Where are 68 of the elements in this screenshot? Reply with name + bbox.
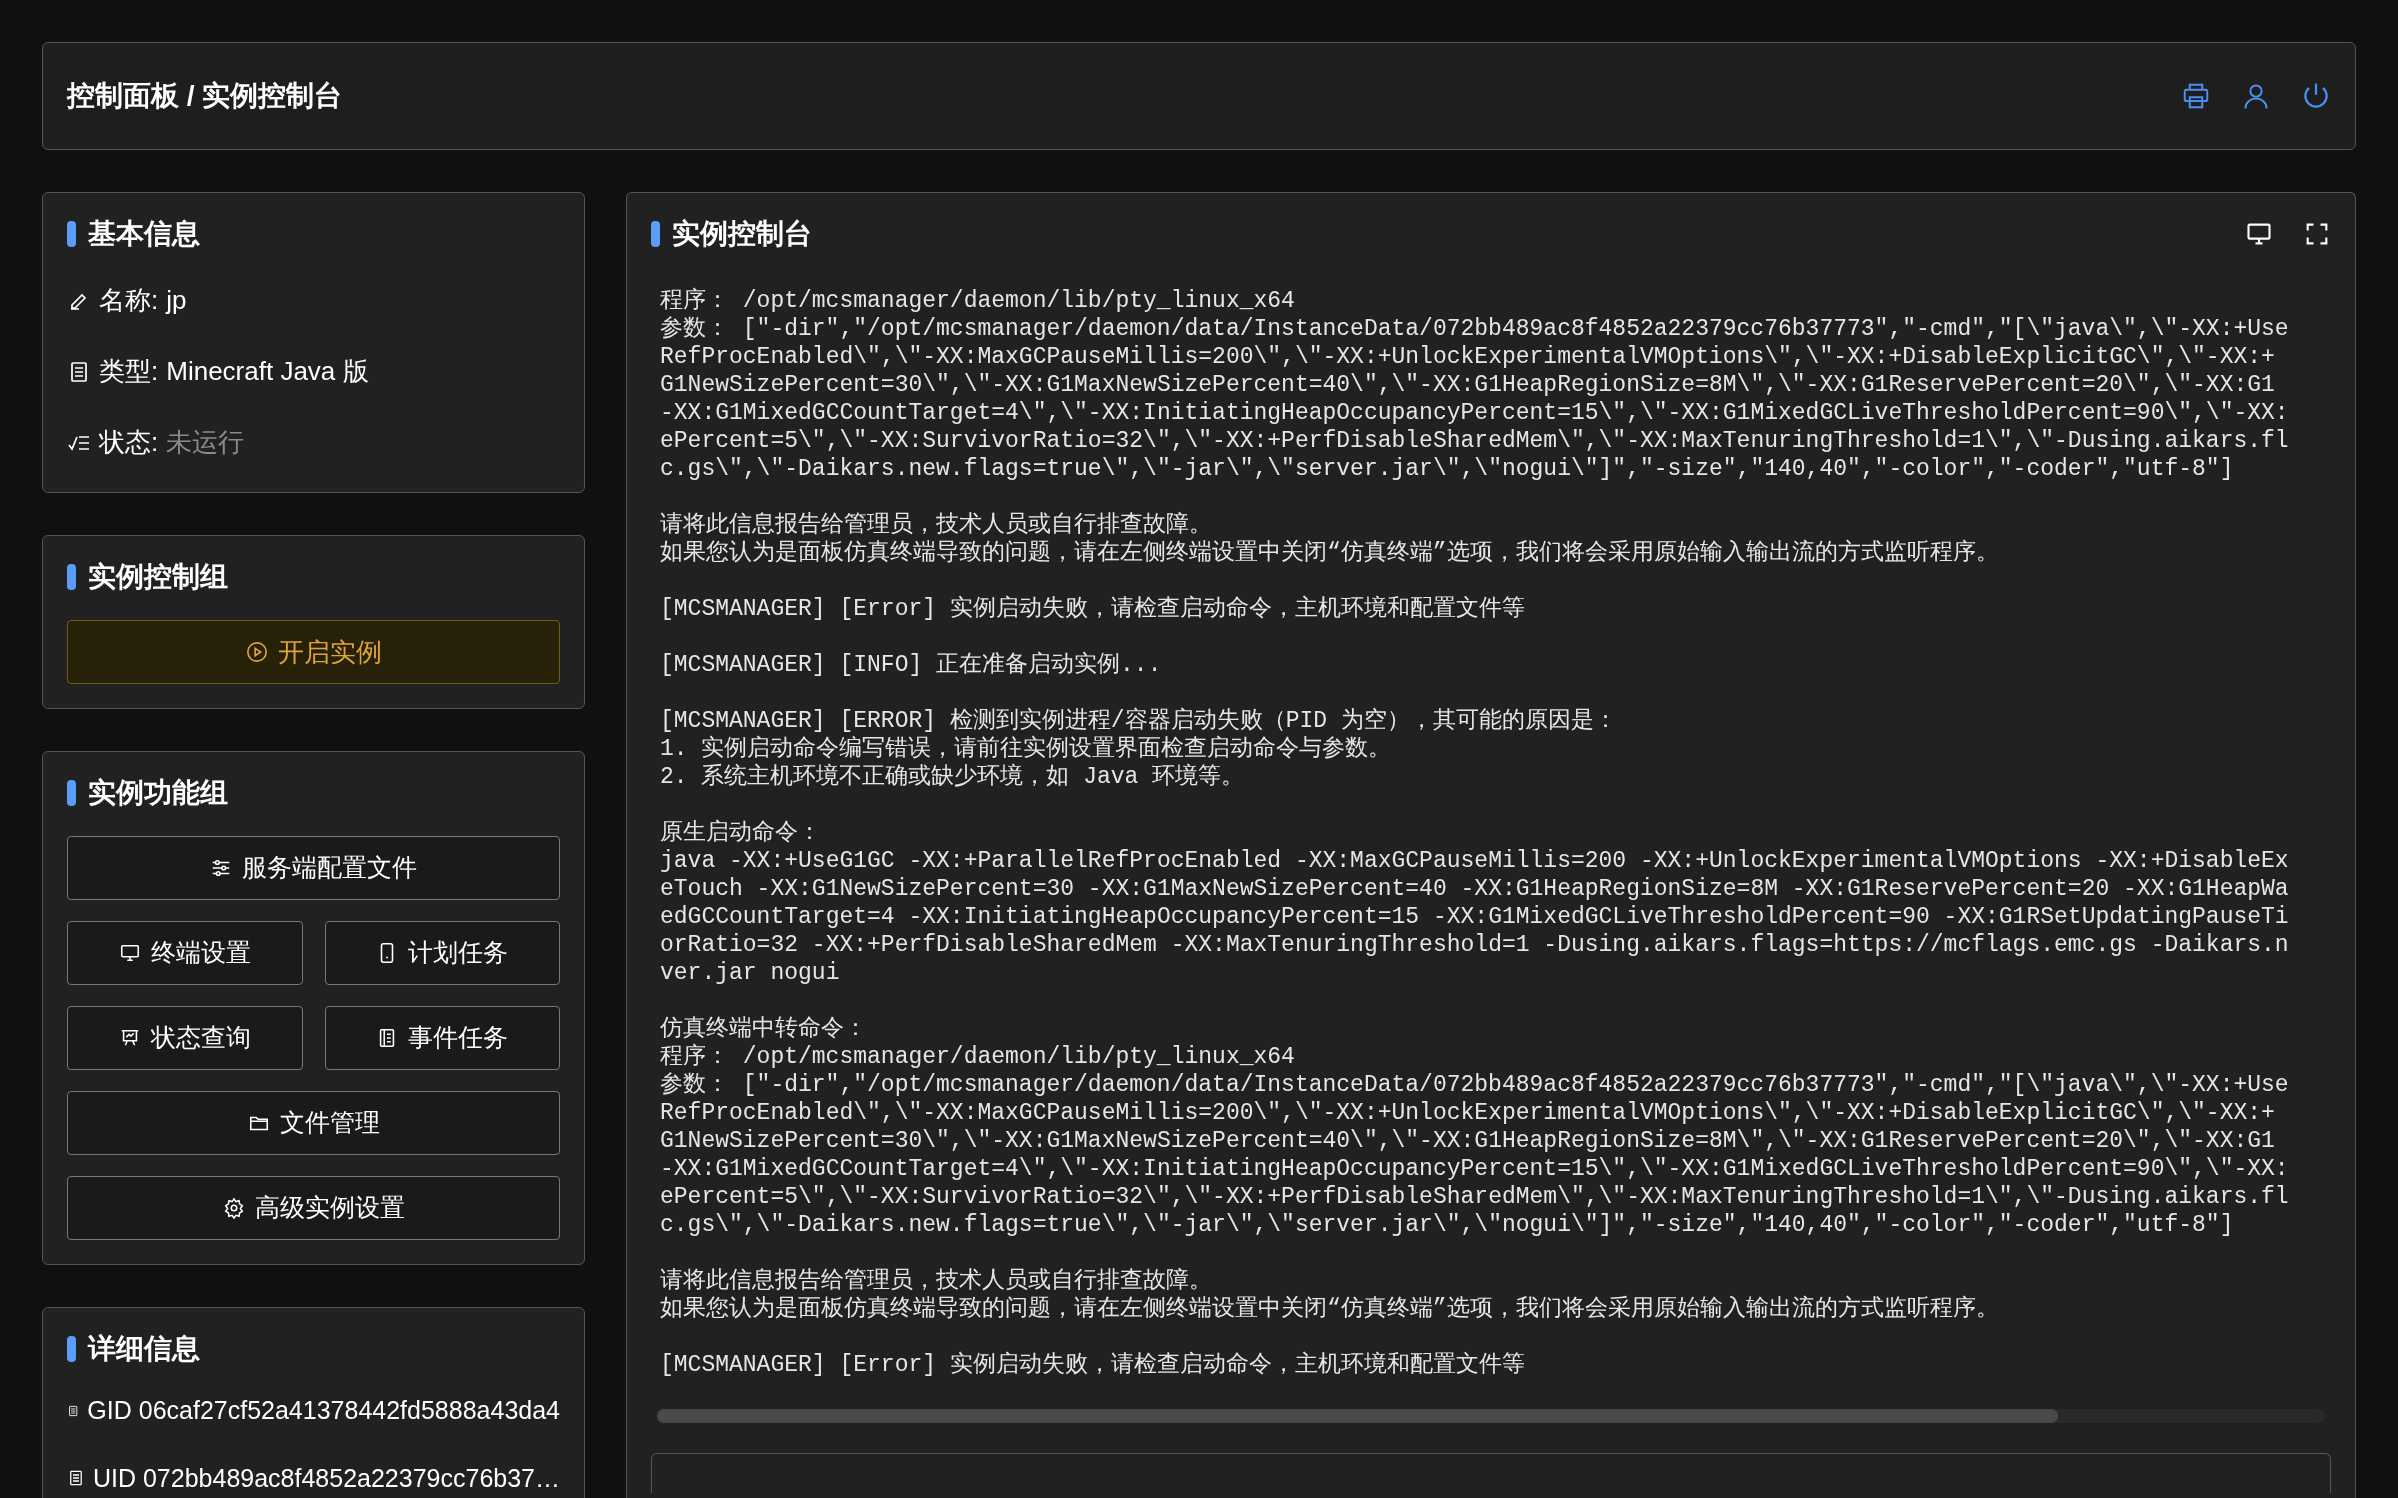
user-icon[interactable] (2241, 81, 2271, 111)
command-input-box[interactable] (651, 1453, 2331, 1493)
start-instance-button[interactable]: 开启实例 (67, 620, 560, 684)
console-line: java -XX:+UseG1GC -XX:+ParallelRefProcEnabled -XX:MaxGCPauseMillis=200 -XX:+UnlockExperimentalVMOptions -XX:+DisableEx (660, 847, 2289, 875)
console-line: [MCSMANAGER] [Error] 实例启动失败，请检查启动命令，主机环境和配置文件等 (660, 1351, 1525, 1379)
scrollbar-track[interactable] (657, 1409, 2325, 1423)
console-line: RefProcEnabled\",\"-XX:MaxGCPauseMillis=200\",\"-XX:+UnlockExperimentalVMOptions\",\"-XX:+DisableExplicitGC\",\"-XX:+ (660, 343, 2275, 371)
accent-bar (67, 1336, 76, 1362)
console-line: ver.jar nogui (660, 959, 840, 987)
console-line: 如果您认为是面板仿真终端导致的问题，请在左侧终端设置中关闭“仿真终端”选项，我们将会采用原始输入输出流的方式监听程序。 (660, 539, 1999, 567)
console-line: 2. 系统主机环境不正确或缺少环境，如 Java 环境等。 (660, 763, 1245, 791)
function-button[interactable]: 终端设置 (67, 921, 303, 985)
detail-text: UID 072bb489ac8f4852a22379cc76b37… (92, 1462, 560, 1494)
console-line: 如果您认为是面板仿真终端导致的问题，请在左侧终端设置中关闭“仿真终端”选项，我们将会采用原始输入输出流的方式监听程序。 (660, 1295, 1999, 1323)
console-line: 1. 实例启动命令编写错误，请前往实例设置界面检查启动命令与参数。 (660, 735, 1392, 763)
monitor-icon (118, 942, 141, 964)
console-line: -XX:G1MixedGCCountTarget=4\",\"-XX:InitiatingHeapOccupancyPercent=15\",\"-XX:G1MixedGCLiveThresholdPercent=90\",\"-XX: (660, 1155, 2289, 1183)
card-title: 实例控制台 (672, 217, 812, 251)
console-line: G1NewSizePercent=30\",\"-XX:G1MaxNewSizePercent=40\",\"-XX:G1HeapRegionSize=8M\",\"-XX:G1ReservePercent=20\",\"-XX:G1 (660, 371, 2275, 399)
breadcrumb: 控制面板 / 实例控制台 (67, 79, 343, 113)
card-title: 详细信息 (88, 1332, 200, 1366)
gear-icon (222, 1197, 245, 1219)
sliders-icon (210, 857, 232, 879)
function-button[interactable]: 计划任务 (324, 921, 560, 985)
console-line: c.gs\",\"-Daikars.new.flags=true\",\"-jar\",\"server.jar\",\"nogui\"]","-size","140,40","-color","-coder","utf-8"] (660, 1211, 2234, 1239)
field-label: 状态: (99, 426, 159, 459)
accent-bar (651, 221, 660, 247)
console-line: 原生启动命令： (660, 819, 821, 847)
function-button[interactable]: 高级实例设置 (67, 1176, 560, 1240)
console-line: [MCSMANAGER] [INFO] 正在准备启动实例... (660, 651, 1162, 679)
console-line: -XX:G1MixedGCCountTarget=4\",\"-XX:InitiatingHeapOccupancyPercent=15\",\"-XX:G1MixedGCLiveThresholdPercent=90\",\"-XX: (660, 399, 2289, 427)
field-label: 名称: (99, 284, 159, 317)
printer-icon[interactable] (2181, 81, 2211, 111)
console-line: 参数： ["-dir","/opt/mcsmanager/daemon/data/InstanceData/072bb489ac8f4852a22379cc76b37773","-cmd","[\"java\",\"-XX:+Use (660, 1071, 2289, 1099)
accent-bar (67, 564, 76, 590)
field-label: 类型: (99, 355, 159, 388)
power-icon[interactable] (2301, 81, 2331, 111)
console-line: [MCSMANAGER] [Error] 实例启动失败，请检查启动命令，主机环境和配置文件等 (660, 595, 1525, 623)
function-button[interactable]: 服务端配置文件 (67, 836, 560, 900)
console-line: edGCCountTarget=4 -XX:InitiatingHeapOccupancyPercent=15 -XX:G1MixedGCLiveThresholdPercent=90 -XX:G1RSetUpdatingPauseTi (660, 903, 2289, 931)
console-line: 参数： ["-dir","/opt/mcsmanager/daemon/data/InstanceData/072bb489ac8f4852a22379cc76b37773","-cmd","[\"java\",\"-XX:+Use (660, 315, 2289, 343)
console-line: [MCSMANAGER] [ERROR] 检测到实例进程/容器启动失败（PID 为空），其可能的原因是： (660, 707, 1617, 735)
accent-bar (67, 780, 76, 806)
function-button[interactable]: 文件管理 (67, 1091, 560, 1155)
card-title: 基本信息 (88, 217, 200, 251)
console-line: 请将此信息报告给管理员，技术人员或自行排查故障。 (660, 511, 1212, 539)
console-line: c.gs\",\"-Daikars.new.flags=true\",\"-jar\",\"server.jar\",\"nogui\"]","-size","140,40","-color","-coder","utf-8"] (660, 455, 2234, 483)
console-line: ePercent=5\",\"-XX:SurvivorRatio=32\",\"-XX:+PerfDisableSharedMem\",\"-XX:MaxTenuringThreshold=1\",\"-Dusing.aikars.fl (660, 1183, 2289, 1211)
accent-bar (67, 221, 76, 247)
scrollbar-thumb[interactable] (657, 1409, 2059, 1423)
console-line: G1NewSizePercent=30\",\"-XX:G1MaxNewSizePercent=40\",\"-XX:G1HeapRegionSize=8M\",\"-XX:G1ReservePercent=20\",\"-XX:G1 (660, 1127, 2275, 1155)
console-line: 请将此信息报告给管理员，技术人员或自行排查故障。 (660, 1267, 1212, 1295)
console-line: RefProcEnabled\",\"-XX:MaxGCPauseMillis=200\",\"-XX:+UnlockExperimentalVMOptions\",\"-XX:+DisableExplicitGC\",\"-XX:+ (660, 1099, 2275, 1127)
function-button[interactable]: 事件任务 (324, 1006, 560, 1070)
console-line: eTouch -XX:G1NewSizePercent=30 -XX:G1MaxNewSizePercent=40 -XX:G1HeapRegionSize=8M -XX:G1ReservePercent=20 -XX:G1HeapWa (660, 875, 2289, 903)
console-line: ePercent=5\",\"-XX:SurvivorRatio=32\",\"-XX:+PerfDisableSharedMem\",\"-XX:MaxTenuringThreshold=1\",\"-Dusing.aikars.fl (660, 427, 2289, 455)
play-icon (245, 641, 268, 663)
detail-text: GID 06caf27cf52a41378442fd5888a43da4 (87, 1395, 560, 1426)
card-title: 实例功能组 (88, 776, 228, 810)
console-line: orRatio=32 -XX:+PerfDisableSharedMem -XX:MaxTenuringThreshold=1 -Dusing.aikars.flags=https://mcflags.emc.gs -Daikars.n (660, 931, 2289, 959)
field-value: jp (166, 284, 187, 317)
function-button[interactable]: 状态查询 (67, 1006, 303, 1070)
console-line: 程序： /opt/mcsmanager/daemon/lib/pty_linux_x64 (660, 287, 1295, 315)
field-value: 未运行 (166, 426, 245, 459)
card-title: 实例控制组 (88, 560, 228, 594)
console-line: 程序： /opt/mcsmanager/daemon/lib/pty_linux_x64 (660, 1043, 1295, 1071)
field-value: Minecraft Java 版 (166, 355, 369, 388)
console-line: 仿真终端中转命令： (660, 1015, 867, 1043)
